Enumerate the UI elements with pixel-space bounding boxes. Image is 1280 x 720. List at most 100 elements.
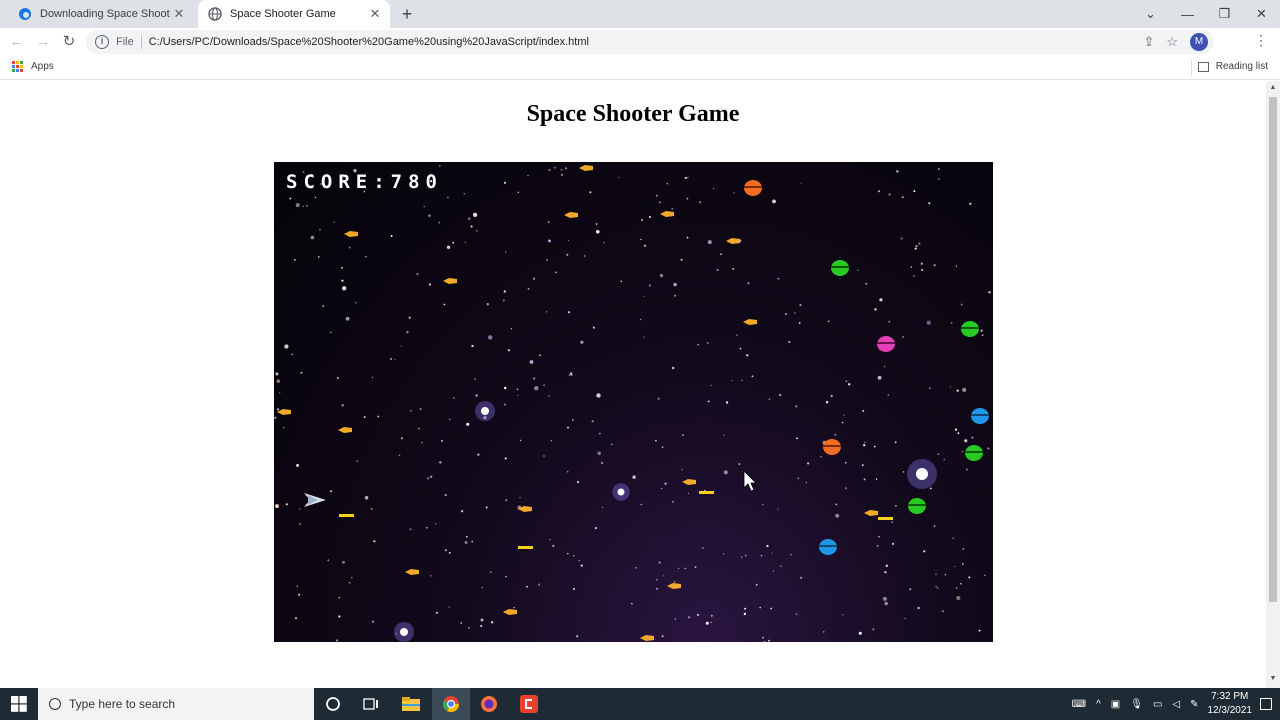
enemy-orange-icon	[744, 180, 762, 196]
firefox-icon[interactable]	[470, 688, 508, 720]
site-info-icon[interactable]: i	[95, 35, 109, 49]
share-icon[interactable]: ⇪	[1143, 34, 1154, 50]
windows-taskbar: Type here to search ⌨ ^ ▣ 🎙︎ ▭ ◁ ✎ 7:32 …	[0, 688, 1280, 720]
tab-title: Space Shooter Game	[230, 8, 336, 20]
enemy-bullet	[564, 212, 578, 218]
bookmarks-divider	[1191, 60, 1192, 76]
url-text[interactable]: C:/Users/PC/Downloads/Space%20Shooter%20…	[149, 36, 589, 48]
profile-avatar[interactable]: M	[1190, 33, 1208, 51]
close-window-icon[interactable]: ✕	[1243, 6, 1280, 22]
enemy-bullet	[338, 427, 352, 433]
page-scrollbar[interactable]: ▲ ▼	[1266, 81, 1280, 688]
apps-label: Apps	[31, 61, 54, 72]
apps-grid-icon	[12, 61, 23, 72]
page-title: Space Shooter Game	[526, 101, 740, 127]
reload-icon[interactable]: ↻	[58, 32, 80, 52]
tab-title: Downloading Space Shooter Gam	[40, 8, 170, 20]
enemy-blue-icon	[971, 408, 989, 424]
back-icon[interactable]: ←	[6, 32, 28, 52]
reading-list-label: Reading list	[1215, 61, 1268, 72]
enemy-bullet	[277, 409, 291, 415]
scrollbar-thumb[interactable]	[1269, 97, 1277, 602]
enemy-bullet	[344, 231, 358, 237]
scroll-down-icon[interactable]: ▼	[1269, 675, 1277, 682]
clock[interactable]: 7:32 PM 12/3/2021	[1208, 690, 1253, 718]
enemy-bullet	[518, 506, 532, 512]
windows-logo-icon	[11, 696, 27, 712]
app-icon[interactable]	[510, 688, 548, 720]
enemy-green-icon	[965, 445, 983, 461]
tab-strip: Downloading Space Shooter Gam ✕ Space Sh…	[0, 0, 1280, 28]
globe-icon	[208, 7, 222, 21]
player-lasers	[339, 491, 893, 549]
bookmarks-bar: Apps Reading list	[0, 56, 1280, 80]
browser-toolbar: ← → ↻ i File C:/Users/PC/Downloads/Space…	[0, 28, 1280, 56]
enemy-magenta-icon	[877, 336, 895, 352]
enemy-bullet	[726, 238, 740, 244]
mouse-cursor-icon	[743, 470, 757, 492]
reading-list-icon	[1197, 61, 1209, 72]
network-icon[interactable]: ▭	[1153, 699, 1162, 710]
volume-icon[interactable]: ◁	[1172, 699, 1180, 710]
enemy-bullet	[640, 635, 654, 641]
enemy-bullet	[579, 165, 593, 171]
restore-icon[interactable]: ❐	[1206, 6, 1243, 22]
enemy-blue-icon	[819, 539, 837, 555]
pen-icon[interactable]: ✎	[1190, 699, 1198, 710]
tab-space-shooter[interactable]: Space Shooter Game ✕	[198, 0, 390, 28]
chrome-icon[interactable]	[432, 688, 470, 720]
microphone-icon[interactable]: 🎙︎	[1130, 699, 1143, 710]
player-ship-icon	[304, 493, 326, 507]
notification-icon[interactable]	[1260, 698, 1272, 710]
enemy-bullet	[864, 510, 878, 516]
clock-time: 7:32 PM	[1211, 691, 1249, 702]
search-icon	[49, 698, 61, 710]
enemy-bullet	[405, 569, 419, 575]
device-icon[interactable]: ▣	[1111, 699, 1120, 710]
enemy-bullet	[682, 479, 696, 485]
player-laser	[339, 514, 354, 517]
player-laser	[878, 517, 893, 520]
enemy-bullets	[277, 165, 878, 641]
search-placeholder: Type here to search	[69, 697, 176, 711]
menu-kebab-icon[interactable]: ⋮	[1254, 32, 1268, 49]
clock-date: 12/3/2021	[1207, 705, 1253, 716]
enemy-bullet	[667, 583, 681, 589]
address-bar[interactable]: i File C:/Users/PC/Downloads/Space%20Sho…	[86, 30, 1214, 54]
enemy-green-icon	[831, 260, 849, 276]
apps-shortcut[interactable]: Apps	[12, 61, 54, 72]
reading-list-button[interactable]: Reading list	[1197, 61, 1268, 72]
enemy-bullet	[743, 319, 757, 325]
enemy-bullet	[660, 211, 674, 217]
tab-search-chevron-icon[interactable]: ⌄	[1132, 6, 1169, 22]
edge-favicon-icon	[19, 8, 31, 20]
game-sprites	[277, 165, 989, 641]
task-view-icon[interactable]	[352, 688, 390, 720]
scheme-label: File	[116, 36, 134, 48]
minimize-icon[interactable]: —	[1169, 7, 1206, 22]
scroll-up-icon[interactable]: ▲	[1269, 84, 1277, 91]
player-laser	[518, 546, 533, 549]
address-separator	[140, 35, 142, 49]
taskbar-search[interactable]: Type here to search	[38, 688, 314, 720]
tab-downloading[interactable]: Downloading Space Shooter Gam ✕	[8, 0, 194, 28]
forward-icon[interactable]: →	[32, 32, 54, 52]
keyboard-icon[interactable]: ⌨	[1072, 699, 1086, 710]
start-button[interactable]	[0, 688, 38, 720]
address-actions: ⇪ ☆ M	[1143, 33, 1208, 51]
file-explorer-icon[interactable]	[392, 688, 430, 720]
close-tab-icon[interactable]: ✕	[366, 6, 384, 22]
enemy-green-icon	[908, 498, 926, 514]
enemy-orange-icon	[823, 439, 841, 455]
close-tab-icon[interactable]: ✕	[170, 6, 188, 22]
cortana-icon[interactable]	[314, 688, 352, 720]
page-content: Space Shooter Game SCORE:780	[0, 81, 1266, 688]
chevron-up-icon[interactable]: ^	[1096, 699, 1101, 710]
new-tab-button[interactable]: +	[396, 4, 418, 24]
star-icon[interactable]: ☆	[1166, 34, 1178, 50]
window-controls: ⌄ — ❐ ✕	[1132, 0, 1280, 28]
game-canvas[interactable]: SCORE:780	[274, 162, 993, 642]
system-tray: ⌨ ^ ▣ 🎙︎ ▭ ◁ ✎ 7:32 PM 12/3/2021	[1067, 688, 1280, 720]
player-laser	[699, 491, 714, 494]
enemy-bullet	[443, 278, 457, 284]
